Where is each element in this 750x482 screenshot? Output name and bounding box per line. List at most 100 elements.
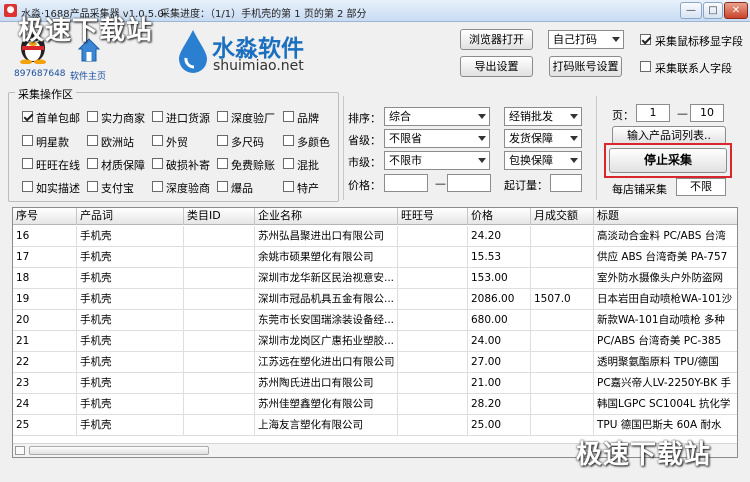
table-row[interactable]: 18 手机壳 深圳市龙华新区民治视意安... 153.00 室外防水摄像头户外防盗网 [13, 268, 737, 289]
filter-checkbox[interactable] [217, 135, 228, 146]
filter-checkbox-label: 深度验厂 [231, 112, 275, 125]
qq-number[interactable]: 897687648 [14, 69, 66, 79]
column-header[interactable]: 价格 [468, 208, 531, 225]
filter-checkbox[interactable] [152, 158, 163, 169]
scroll-thumb[interactable] [29, 446, 209, 455]
column-header[interactable]: 标题 [594, 208, 737, 225]
column-header[interactable]: 产品词 [77, 208, 184, 225]
table-row[interactable]: 25 手机壳 上海友言塑化有限公司 25.00 TPU 德国巴斯夫 60A 耐水 [13, 415, 737, 436]
table-cell: 手机壳 [77, 373, 184, 394]
table-cell: 19 [13, 289, 77, 310]
filter-checkbox[interactable] [87, 135, 98, 146]
min-order-input[interactable] [550, 174, 582, 192]
table-cell [531, 226, 594, 247]
table-cell: 680.00 [468, 310, 531, 331]
filter-checkbox-label: 材质保障 [101, 159, 145, 172]
filter-checkbox[interactable] [283, 158, 294, 169]
table-cell [398, 247, 468, 268]
filter-checkbox[interactable] [22, 111, 33, 122]
filter-checkbox[interactable] [22, 135, 33, 146]
column-header[interactable]: 旺旺号 [398, 208, 468, 225]
exchange-guarantee-select[interactable]: 包换保障 [504, 151, 582, 170]
filter-checkbox[interactable] [283, 111, 294, 122]
ship-guarantee-select[interactable]: 发货保障 [504, 129, 582, 148]
filter-checkbox[interactable] [152, 135, 163, 146]
table-row[interactable]: 21 手机壳 深圳市龙岗区广惠拓业塑胶... 24.00 PC/ABS 台湾奇美 PC-… [13, 331, 737, 352]
filter-checkbox[interactable] [87, 111, 98, 122]
close-button[interactable]: ✕ [724, 2, 748, 19]
stop-collect-button[interactable]: 停止采集 [609, 148, 727, 173]
filter-checkbox[interactable] [87, 158, 98, 169]
page-to-input[interactable]: 10 [690, 104, 724, 122]
filter-checkbox-label: 品牌 [297, 112, 319, 125]
table-row[interactable]: 20 手机壳 东莞市长安国瑞涂装设备经... 680.00 新款WA-101自动喷枪 多… [13, 310, 737, 331]
column-header[interactable]: 序号 [13, 208, 77, 225]
province-value: 不限省 [389, 132, 422, 145]
table-cell: 22 [13, 352, 77, 373]
filter-checkbox[interactable] [217, 111, 228, 122]
open-browser-button[interactable]: 浏览器打开 [460, 29, 533, 50]
table-cell [398, 352, 468, 373]
contact-fields-checkbox[interactable] [640, 61, 651, 72]
table-cell: 深圳市龙岗区广惠拓业塑胶... [255, 331, 398, 352]
ship-guarantee-value: 发货保障 [509, 132, 553, 145]
filter-checkbox[interactable] [22, 181, 33, 192]
filter-checkbox-label: 首单包邮 [36, 112, 80, 125]
table-cell: 手机壳 [77, 289, 184, 310]
table-cell: 日本岩田自动喷枪WA-101沙 [594, 289, 737, 310]
chevron-down-icon [478, 158, 486, 163]
column-header[interactable]: 月成交额 [531, 208, 594, 225]
column-header[interactable]: 类目ID [184, 208, 255, 225]
filter-checkbox[interactable] [87, 181, 98, 192]
minimize-button[interactable]: — [680, 2, 702, 19]
filter-checkbox-label: 多尺码 [231, 136, 264, 149]
table-row[interactable]: 19 手机壳 深圳市冠品机具五金有限公... 2086.00 1507.0 日本岩田自动喷… [13, 289, 737, 310]
table-row[interactable]: 17 手机壳 余姚市硕果塑化有限公司 15.53 供应 ABS 台湾奇美 PA-757 [13, 247, 737, 268]
table-cell: 手机壳 [77, 226, 184, 247]
table-row[interactable]: 23 手机壳 苏州陶氏进出口有限公司 21.00 PC嘉兴帝人LV-2250Y-BK 手 [13, 373, 737, 394]
table-cell [398, 310, 468, 331]
price-max-input[interactable] [447, 174, 491, 192]
price-min-input[interactable] [384, 174, 428, 192]
table-cell: 手机壳 [77, 268, 184, 289]
table-cell [531, 268, 594, 289]
table-cell: 苏州弘昌聚进出口有限公司 [255, 226, 398, 247]
sell-mode-select[interactable]: 经销批发 [504, 107, 582, 126]
filter-checkbox[interactable] [283, 135, 294, 146]
filter-checkbox[interactable] [152, 111, 163, 122]
column-header[interactable]: 企业名称 [255, 208, 398, 225]
filter-checkbox[interactable] [152, 181, 163, 192]
progress-text: 采集进度：（1/1）手机壳的第 1 页的第 2 部分 [160, 9, 367, 20]
table-cell [184, 247, 255, 268]
page-from-input[interactable]: 1 [636, 104, 670, 122]
province-select[interactable]: 不限省 [384, 129, 490, 148]
city-value: 不限市 [389, 154, 422, 167]
chevron-down-icon [612, 37, 620, 42]
table-cell: 手机壳 [77, 247, 184, 268]
table-cell: 苏州佳塑鑫塑化有限公司 [255, 394, 398, 415]
table-cell: 余姚市硕果塑化有限公司 [255, 247, 398, 268]
city-select[interactable]: 不限市 [384, 151, 490, 170]
table-cell [184, 373, 255, 394]
table-row[interactable]: 16 手机壳 苏州弘昌聚进出口有限公司 24.20 高淡动合金料 PC/ABS 台湾 [13, 226, 737, 247]
software-home-link[interactable]: 软件主页 [70, 69, 106, 82]
table-cell: 高淡动合金料 PC/ABS 台湾 [594, 226, 737, 247]
table-cell: 深圳市龙华新区民治视意安... [255, 268, 398, 289]
table-row[interactable]: 24 手机壳 苏州佳塑鑫塑化有限公司 28.20 韩国LGPC SC1004L 抗化学 [13, 394, 737, 415]
maximize-button[interactable]: □ [703, 2, 723, 19]
filter-checkbox[interactable] [22, 158, 33, 169]
filter-checkbox[interactable] [217, 181, 228, 192]
table-cell: 手机壳 [77, 415, 184, 436]
mark-fields-checkbox[interactable] [640, 34, 651, 45]
export-settings-button[interactable]: 导出设置 [460, 56, 533, 77]
table-row[interactable]: 22 手机壳 江苏远在塑化进出口有限公司 27.00 透明聚氨酯原料 TPU/德国 [13, 352, 737, 373]
table-cell [531, 394, 594, 415]
sell-mode-value: 经销批发 [509, 110, 553, 123]
scroll-left-button[interactable] [15, 446, 25, 455]
per-shop-input[interactable]: 不限 [676, 178, 726, 196]
sort-select[interactable]: 综合 [384, 107, 490, 126]
filter-checkbox[interactable] [217, 158, 228, 169]
filter-checkbox[interactable] [283, 181, 294, 192]
captcha-account-settings-button[interactable]: 打码账号设置 [549, 56, 622, 77]
captcha-mode-select[interactable]: 自己打码 [548, 30, 624, 49]
